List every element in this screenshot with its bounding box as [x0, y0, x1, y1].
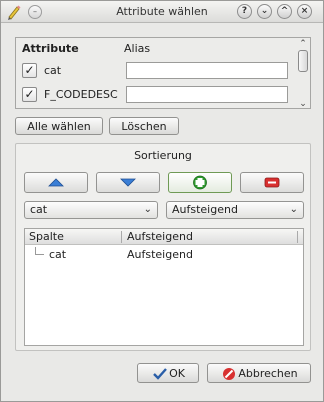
minimize-button[interactable]: ⌄: [257, 4, 272, 19]
close-button[interactable]: ×: [297, 4, 312, 19]
row-order-value: Aufsteigend: [127, 248, 193, 261]
ok-button[interactable]: OK: [137, 363, 199, 383]
sort-order-combo[interactable]: Aufsteigend ⌄: [166, 201, 304, 219]
cancel-label: Abbrechen: [238, 367, 298, 380]
plus-icon: [193, 175, 207, 190]
add-sort-button[interactable]: [168, 172, 232, 193]
attribute-row: ✓ cat: [16, 60, 296, 82]
ok-label: OK: [169, 367, 185, 380]
alias-input-f-codedesc[interactable]: [126, 86, 288, 103]
arrow-up-icon: [48, 178, 64, 187]
attribute-scrollbar[interactable]: ⌃ ⌄: [297, 39, 309, 109]
sort-order-value: Aufsteigend: [172, 203, 238, 216]
cancel-button[interactable]: Abbrechen: [207, 363, 311, 383]
attribute-checkbox-f-codedesc[interactable]: ✓: [22, 87, 37, 102]
attribute-row: ✓ F_CODEDESC: [16, 84, 296, 106]
alias-header: Alias: [124, 42, 151, 55]
checkmark-icon: [151, 367, 169, 381]
minus-icon: [264, 177, 280, 188]
table-row[interactable]: cat Aufsteigend: [25, 247, 303, 263]
move-up-button[interactable]: [24, 172, 88, 193]
alias-input-cat[interactable]: [126, 62, 288, 79]
sort-title: Sortierung: [134, 149, 192, 162]
select-all-button[interactable]: Alle wählen: [15, 117, 103, 135]
chevron-down-icon: ⌄: [143, 204, 152, 215]
sort-group: Sortierung cat ⌄ Aufsteigend ⌄ Spalte Au…: [15, 143, 311, 351]
clear-button[interactable]: Löschen: [109, 117, 179, 135]
cancel-icon: [220, 367, 238, 381]
maximize-button[interactable]: ^: [277, 4, 292, 19]
attribute-checkbox-cat[interactable]: ✓: [22, 63, 37, 78]
header-separator: [121, 231, 122, 243]
sort-table[interactable]: Spalte Aufsteigend cat Aufsteigend: [24, 228, 304, 346]
scroll-down-icon[interactable]: ⌄: [297, 99, 309, 109]
move-down-button[interactable]: [96, 172, 160, 193]
scroll-up-icon[interactable]: ⌃: [297, 39, 309, 49]
sort-table-header: Spalte Aufsteigend: [25, 229, 303, 245]
title-bar: – Attribute wählen ? ⌄ ^ ×: [1, 1, 323, 23]
help-button[interactable]: ?: [237, 4, 252, 19]
sort-attribute-value: cat: [30, 203, 48, 216]
column-header-aufsteigend[interactable]: Aufsteigend: [127, 230, 193, 243]
attribute-header: Attribute: [22, 42, 79, 55]
sort-attribute-combo[interactable]: cat ⌄: [24, 201, 158, 219]
attribute-name: F_CODEDESC: [44, 88, 118, 101]
scroll-thumb[interactable]: [298, 50, 308, 72]
row-column-value: cat: [49, 248, 67, 261]
window-title: Attribute wählen: [116, 5, 208, 18]
tree-branch-line: [35, 247, 44, 255]
remove-sort-button[interactable]: [240, 172, 304, 193]
attribute-name: cat: [44, 64, 62, 77]
arrow-down-icon: [120, 178, 136, 187]
attribute-list: Attribute Alias ✓ cat ✓ F_CODEDESC: [15, 37, 311, 109]
chevron-down-icon: ⌄: [289, 204, 298, 215]
dialog-window: – Attribute wählen ? ⌄ ^ × Attribute Ali…: [0, 0, 324, 402]
column-header-spalte[interactable]: Spalte: [29, 230, 64, 243]
header-separator: [297, 231, 298, 243]
